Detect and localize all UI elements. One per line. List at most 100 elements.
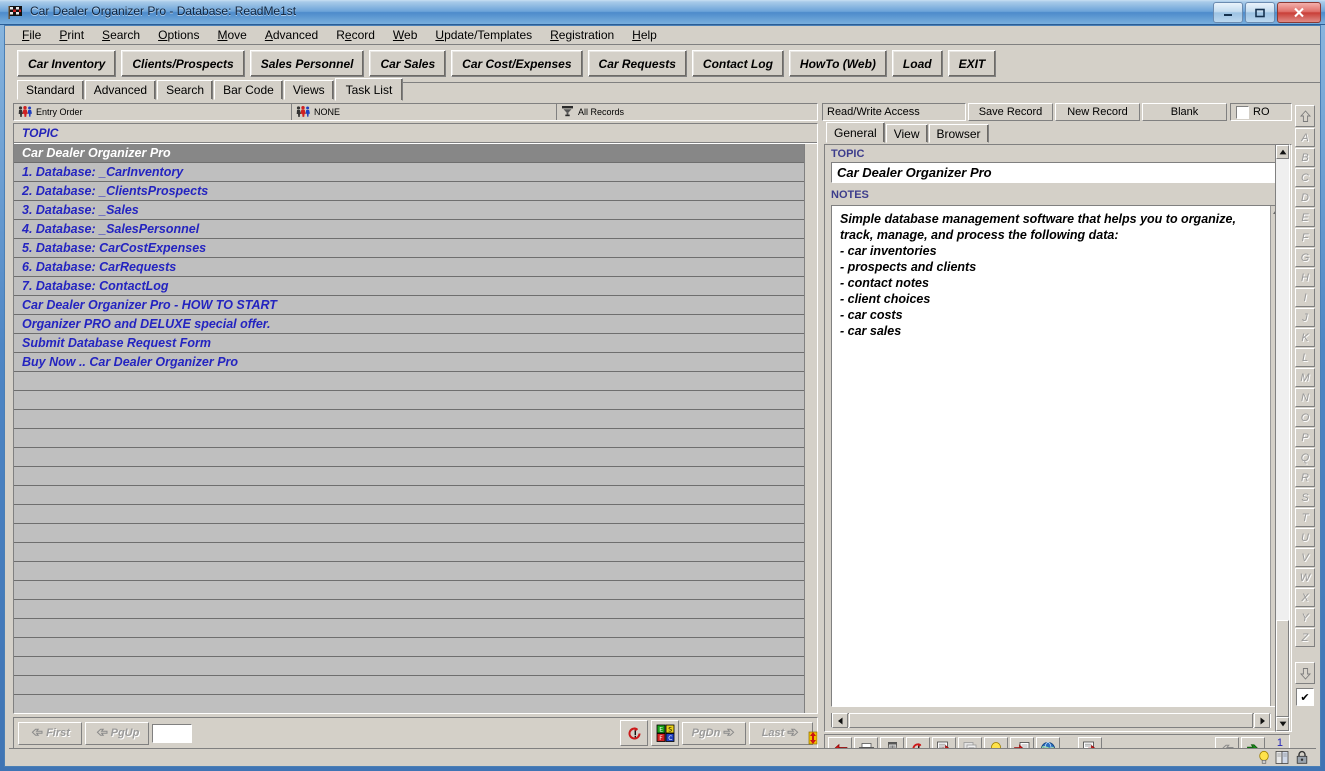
first-record-button[interactable]: First: [18, 721, 82, 745]
table-row[interactable]: Car Dealer Organizer Pro - HOW TO START: [14, 296, 805, 315]
table-row-empty[interactable]: [14, 372, 805, 391]
alpha-index-o[interactable]: O: [1295, 408, 1315, 427]
alpha-index-v[interactable]: V: [1295, 548, 1315, 567]
table-row-empty[interactable]: [14, 543, 805, 562]
read-only-checkbox[interactable]: [1236, 105, 1249, 119]
alpha-index-r[interactable]: R: [1295, 468, 1315, 487]
table-row[interactable]: Submit Database Request Form: [14, 334, 805, 353]
table-row-empty[interactable]: [14, 657, 805, 676]
table-row-empty[interactable]: [14, 600, 805, 619]
table-row-empty[interactable]: [14, 391, 805, 410]
table-row[interactable]: 3. Database: _Sales: [14, 201, 805, 220]
alpha-index-g[interactable]: G: [1295, 248, 1315, 267]
toolbar-button-load[interactable]: Load: [891, 50, 943, 77]
menu-item-record[interactable]: Record: [327, 27, 384, 43]
tab-views[interactable]: Views: [283, 80, 334, 100]
record-tab-general[interactable]: General: [826, 122, 885, 143]
table-row[interactable]: 5. Database: CarCostExpenses: [14, 239, 805, 258]
tab-task-list[interactable]: Task List: [334, 78, 404, 101]
alpha-index-t[interactable]: T: [1295, 508, 1315, 527]
record-scroll-down-icon[interactable]: [1276, 717, 1289, 731]
table-row-empty[interactable]: [14, 638, 805, 657]
toolbar-button-contact-log[interactable]: Contact Log: [691, 50, 784, 77]
tab-standard[interactable]: Standard: [17, 80, 84, 100]
record-number-input[interactable]: [152, 723, 192, 743]
toolbar-button-car-inventory[interactable]: Car Inventory: [17, 50, 117, 77]
new-record-button[interactable]: New Record: [1055, 103, 1140, 121]
filter-cell[interactable]: NONE: [292, 104, 557, 120]
save-record-button[interactable]: Save Record: [968, 103, 1053, 121]
alpha-index-l[interactable]: L: [1295, 348, 1315, 367]
menu-item-file[interactable]: FFileile: [13, 27, 50, 43]
alpha-index-w[interactable]: W: [1295, 568, 1315, 587]
alpha-index-q[interactable]: Q: [1295, 448, 1315, 467]
alpha-index-m[interactable]: M: [1295, 368, 1315, 387]
alpha-index-i[interactable]: I: [1295, 288, 1315, 307]
menu-item-help[interactable]: Help: [623, 27, 666, 43]
alpha-index-e[interactable]: E: [1295, 208, 1315, 227]
table-row-empty[interactable]: [14, 448, 805, 467]
toolbar-button-sales-personnel[interactable]: Sales Personnel: [249, 50, 365, 77]
record-scroll-thumb[interactable]: [1276, 620, 1289, 717]
book-icon[interactable]: [1274, 750, 1291, 766]
menu-item-advanced[interactable]: Advanced: [256, 27, 327, 43]
record-pane-scrollbar[interactable]: [1275, 144, 1290, 732]
tab-search[interactable]: Search: [157, 80, 214, 100]
table-row[interactable]: 6. Database: CarRequests: [14, 258, 805, 277]
last-record-button[interactable]: Last: [749, 721, 813, 745]
sort-order-cell[interactable]: Entry Order: [14, 104, 292, 120]
grid-vertical-scrollbar[interactable]: [804, 144, 817, 713]
tab-advanced[interactable]: Advanced: [84, 80, 157, 100]
menu-item-registration[interactable]: Registration: [541, 27, 623, 43]
alpha-index-a[interactable]: A: [1295, 128, 1315, 147]
menu-item-update-templates[interactable]: Update/Templates: [426, 27, 541, 43]
alpha-index-c[interactable]: C: [1295, 168, 1315, 187]
close-button[interactable]: [1277, 2, 1321, 23]
alpha-enable-checkbox[interactable]: ✔: [1296, 688, 1314, 706]
scroll-down-icon[interactable]: [1295, 662, 1315, 684]
notes-field[interactable]: Simple database management software that…: [831, 205, 1285, 707]
alpha-index-k[interactable]: K: [1295, 328, 1315, 347]
alpha-index-y[interactable]: Y: [1295, 608, 1315, 627]
minimize-button[interactable]: [1213, 2, 1243, 23]
table-row-empty[interactable]: [14, 505, 805, 524]
menu-item-options[interactable]: Options: [149, 27, 208, 43]
page-up-button[interactable]: PgUp: [85, 721, 149, 745]
scroll-left-icon[interactable]: [832, 713, 848, 728]
table-row-empty[interactable]: [14, 524, 805, 543]
record-scroll-up-icon[interactable]: [1276, 145, 1289, 159]
records-cell[interactable]: All Records: [557, 104, 817, 120]
toolbar-button-car-requests[interactable]: Car Requests: [587, 50, 687, 77]
form-horizontal-scrollbar[interactable]: [831, 713, 1271, 728]
record-tab-view[interactable]: View: [885, 124, 928, 143]
refresh-record-icon[interactable]: [620, 720, 648, 746]
read-only-toggle[interactable]: RO: [1230, 103, 1292, 121]
alpha-index-n[interactable]: N: [1295, 388, 1315, 407]
toolbar-button-howto-web[interactable]: HowTo (Web): [788, 50, 887, 77]
lock-icon[interactable]: [1293, 750, 1310, 766]
table-row[interactable]: 7. Database: ContactLog: [14, 277, 805, 296]
table-row-empty[interactable]: [14, 676, 805, 695]
alpha-index-b[interactable]: B: [1295, 148, 1315, 167]
tab-bar-code[interactable]: Bar Code: [214, 80, 283, 100]
table-row-empty[interactable]: [14, 486, 805, 505]
page-down-button[interactable]: PgDn: [682, 721, 746, 745]
menu-item-web[interactable]: Web: [384, 27, 426, 43]
blank-record-button[interactable]: Blank: [1142, 103, 1227, 121]
toolbar-button-car-cost-expenses[interactable]: Car Cost/Expenses: [451, 50, 583, 77]
table-row[interactable]: 4. Database: _SalesPersonnel: [14, 220, 805, 239]
table-row-empty[interactable]: [14, 429, 805, 448]
alpha-index-s[interactable]: S: [1295, 488, 1315, 507]
color-blocks-icon[interactable]: E S F C: [651, 720, 679, 746]
table-row-empty[interactable]: [14, 410, 805, 429]
alpha-index-d[interactable]: D: [1295, 188, 1315, 207]
table-row[interactable]: Organizer PRO and DELUXE special offer.: [14, 315, 805, 334]
horizontal-scroll-thumb[interactable]: [849, 713, 1253, 728]
record-tab-browser[interactable]: Browser: [928, 124, 989, 143]
record-scroll-track[interactable]: [1276, 159, 1289, 620]
table-row[interactable]: Buy Now .. Car Dealer Organizer Pro: [14, 353, 805, 372]
table-row[interactable]: 1. Database: _CarInventory: [14, 163, 805, 182]
table-row-empty[interactable]: [14, 467, 805, 486]
table-row[interactable]: 2. Database: _ClientsProspects: [14, 182, 805, 201]
alpha-index-x[interactable]: X: [1295, 588, 1315, 607]
